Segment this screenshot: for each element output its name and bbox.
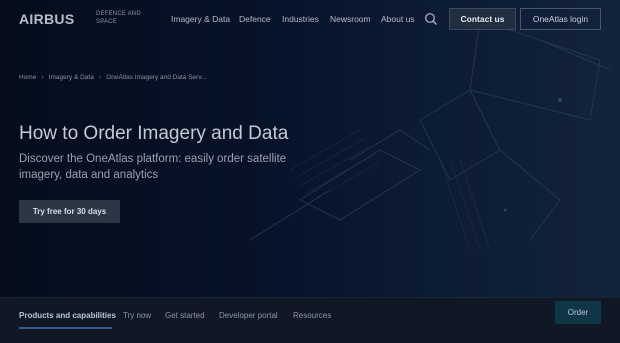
breadcrumb: Home › Imagery & Data › OneAtlas Imagery… — [19, 74, 207, 81]
oneatlas-login-button[interactable]: OneAtlas login — [520, 8, 601, 30]
tab-resources[interactable]: Resources — [293, 311, 331, 320]
chevron-right-icon: › — [41, 74, 44, 81]
chevron-right-icon: › — [98, 74, 102, 81]
breadcrumb-current: OneAtlas Imagery and Data Serv... — [106, 74, 207, 81]
active-tab-indicator — [19, 327, 112, 329]
nav-item-imagery-data[interactable]: Imagery & Data — [171, 14, 230, 24]
nav-item-industries[interactable]: Industries — [282, 14, 319, 24]
page-title: How to Order Imagery and Data — [19, 123, 289, 144]
breadcrumb-home[interactable]: Home — [19, 74, 36, 81]
hero-section — [0, 0, 620, 297]
contact-us-button[interactable]: Contact us — [449, 8, 516, 30]
logo-subtitle: DEFENCE AND SPACE — [96, 11, 141, 25]
tab-get-started[interactable]: Get started — [165, 311, 205, 320]
breadcrumb-imagery-data[interactable]: Imagery & Data — [49, 74, 94, 81]
nav-item-about-us[interactable]: About us — [381, 14, 415, 24]
satellite-background-image — [249, 0, 620, 297]
page-subtitle: Discover the OneAtlas platform: easily o… — [19, 153, 287, 181]
airbus-logo[interactable]: AIRBUS — [19, 11, 74, 27]
order-button[interactable]: Order — [555, 301, 601, 324]
nav-item-defence[interactable]: Defence — [239, 14, 271, 24]
try-free-button[interactable]: Try free for 30 days — [19, 200, 120, 223]
site-header: AIRBUS DEFENCE AND SPACE Imagery & Data … — [0, 0, 620, 38]
search-icon[interactable] — [424, 12, 438, 26]
section-tab-bar: Products and capabilities Try now Get st… — [0, 297, 620, 343]
tab-products-capabilities[interactable]: Products and capabilities — [19, 311, 116, 320]
tab-developer-portal[interactable]: Developer portal — [219, 311, 278, 320]
nav-item-newsroom[interactable]: Newsroom — [330, 14, 371, 24]
tab-try-now[interactable]: Try now — [123, 311, 151, 320]
